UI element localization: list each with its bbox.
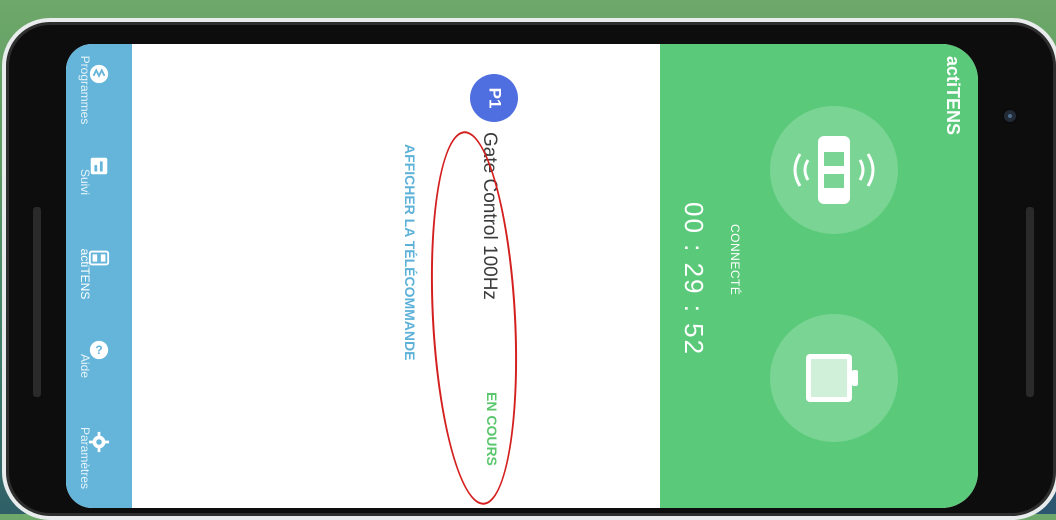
sidebar-nav: Programmes Suivi actiTENS ? Aide Paramèt…: [66, 44, 132, 508]
connection-status: CONNECTÉ: [728, 224, 742, 296]
sidebar-item-programmes[interactable]: Programmes: [66, 44, 132, 136]
app-screen: Programmes Suivi actiTENS ? Aide Paramèt…: [66, 44, 978, 508]
phone-side-grille-right: [1026, 207, 1034, 397]
program-card: P1 Gate Control 100Hz EN COURS AFFICHER …: [132, 44, 660, 508]
sidebar-item-label: Paramètres: [78, 426, 92, 490]
phone-side-grille-left: [33, 207, 41, 397]
device-button[interactable]: [770, 106, 898, 234]
svg-text:?: ?: [95, 343, 102, 357]
sidebar-item-aide[interactable]: ? Aide: [66, 320, 132, 412]
sidebar-item-label: Programmes: [78, 55, 92, 125]
red-annotation-circle: [422, 129, 526, 507]
battery-button[interactable]: [770, 314, 898, 442]
sidebar-item-parametres[interactable]: Paramètres: [66, 412, 132, 504]
battery-icon: [806, 354, 858, 402]
app-title: actiTENS: [943, 56, 963, 136]
device-panel: actiTENS CONNECTÉ 00 : 29 : 52: [660, 44, 978, 508]
session-timer: 00 : 29 : 52: [679, 202, 709, 357]
sidebar-item-suivi[interactable]: Suivi: [66, 136, 132, 228]
sidebar-item-label: Aide: [78, 353, 92, 379]
sidebar-item-actitens[interactable]: actiTENS: [66, 228, 132, 320]
camera-icon: [1004, 110, 1016, 122]
sidebar-item-label: actiTENS: [78, 248, 92, 300]
program-badge: P1: [470, 74, 518, 122]
sidebar-item-label: Suivi: [78, 168, 92, 196]
device-signal-icon: [793, 136, 875, 204]
show-remote-link[interactable]: AFFICHER LA TÉLÉCOMMANDE: [402, 144, 418, 360]
